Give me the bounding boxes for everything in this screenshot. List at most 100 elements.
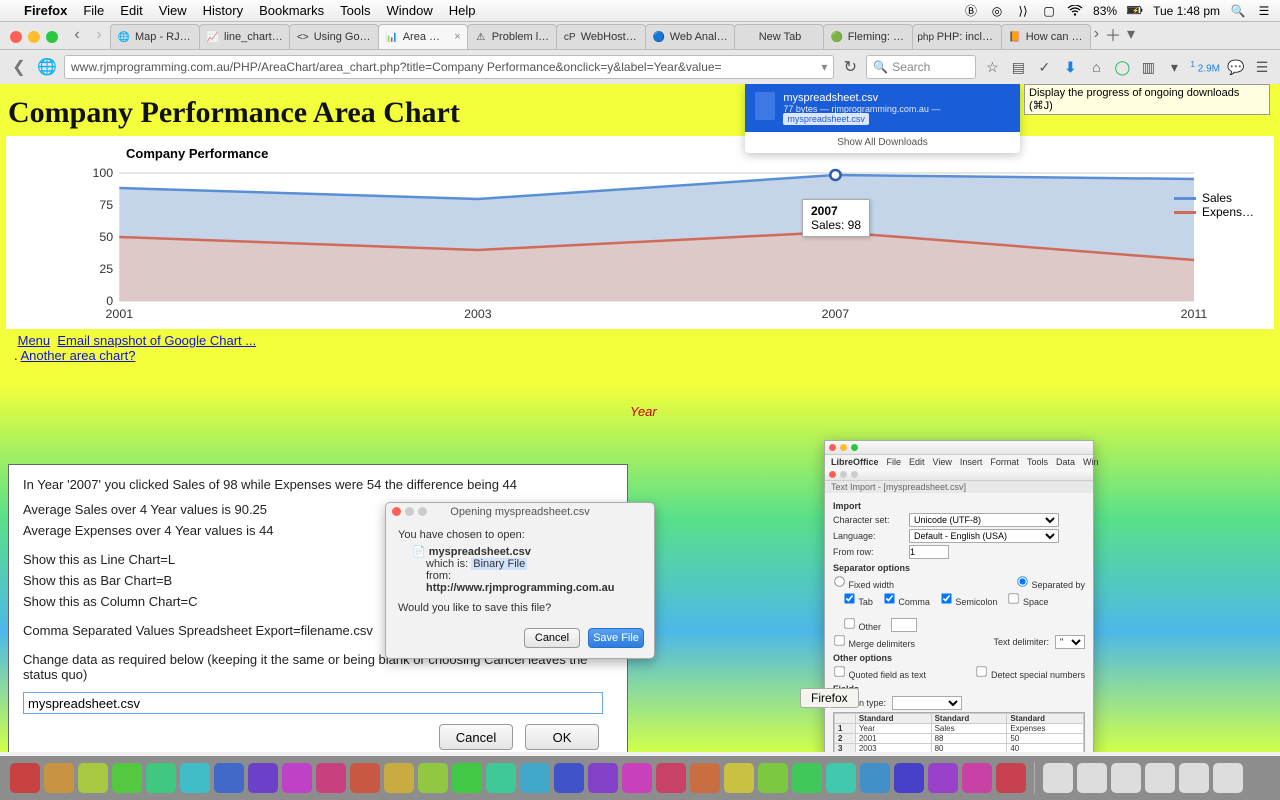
dock-app-icon[interactable] bbox=[588, 763, 618, 793]
notification-icon[interactable]: ☰ bbox=[1256, 3, 1272, 19]
dock-app-icon[interactable] bbox=[554, 763, 584, 793]
detect-check[interactable] bbox=[977, 666, 987, 676]
another-chart-link[interactable]: Another area chart? bbox=[21, 348, 136, 363]
tab-overflow[interactable]: › bbox=[1094, 25, 1099, 43]
dock-app-icon[interactable] bbox=[656, 763, 686, 793]
menu-history[interactable]: History bbox=[203, 3, 243, 18]
dock-app-icon[interactable] bbox=[622, 763, 652, 793]
dock-app-icon[interactable] bbox=[724, 763, 754, 793]
menu-window[interactable]: Window bbox=[387, 3, 433, 18]
separated-by-radio[interactable] bbox=[1017, 576, 1027, 586]
email-snapshot-link[interactable]: Email snapshot of Google Chart ... bbox=[57, 333, 256, 348]
dock-app-icon[interactable] bbox=[962, 763, 992, 793]
bookmark-star-icon[interactable]: ☆ bbox=[982, 57, 1002, 77]
prompt-input[interactable] bbox=[23, 692, 603, 714]
dock-app-icon[interactable] bbox=[486, 763, 516, 793]
dock-app-icon[interactable] bbox=[1077, 763, 1107, 793]
dock-app-icon[interactable] bbox=[792, 763, 822, 793]
browser-tab[interactable]: 📊Area …× bbox=[378, 24, 468, 49]
dock-app-icon[interactable] bbox=[214, 763, 244, 793]
dock-app-icon[interactable] bbox=[758, 763, 788, 793]
dock-app-icon[interactable] bbox=[1179, 763, 1209, 793]
browser-tab[interactable]: 🔵Web Anal… bbox=[645, 24, 735, 49]
menu-edit[interactable]: Edit bbox=[120, 3, 142, 18]
nav-back[interactable]: ‹ bbox=[66, 24, 88, 46]
minimize-icon[interactable] bbox=[840, 444, 847, 451]
dock-app-icon[interactable] bbox=[146, 763, 176, 793]
status-icon-3[interactable]: ⟩⟩ bbox=[1015, 3, 1031, 19]
dock-app-icon[interactable] bbox=[1043, 763, 1073, 793]
area-chart[interactable]: 1007550250 2001200320072011 Sales Expens… bbox=[16, 163, 1256, 323]
share-icon[interactable]: ✓ bbox=[1034, 57, 1054, 77]
addon-icon-1[interactable]: ◯ bbox=[1112, 57, 1132, 77]
dock-app-icon[interactable] bbox=[180, 763, 210, 793]
dock-app-icon[interactable] bbox=[248, 763, 278, 793]
battery-icon[interactable]: ⚡ bbox=[1127, 3, 1143, 19]
dock-app-icon[interactable] bbox=[112, 763, 142, 793]
dock-app-icon[interactable] bbox=[826, 763, 856, 793]
prompt-cancel-button[interactable]: Cancel bbox=[439, 724, 513, 750]
close-tab-icon[interactable]: × bbox=[454, 31, 460, 43]
browser-tab[interactable]: 🟢Fleming: … bbox=[823, 24, 913, 49]
status-icon-2[interactable]: ◎ bbox=[989, 3, 1005, 19]
menu-link[interactable]: Menu bbox=[18, 333, 51, 348]
dock-app-icon[interactable] bbox=[520, 763, 550, 793]
coltype-select[interactable] bbox=[892, 696, 962, 710]
charset-select[interactable]: Unicode (UTF-8) bbox=[909, 513, 1059, 527]
dock-app-icon[interactable] bbox=[10, 763, 40, 793]
browser-tab[interactable]: phpPHP: incl… bbox=[912, 24, 1002, 49]
new-tab[interactable]: ＋ bbox=[1105, 22, 1121, 46]
dock-app-icon[interactable] bbox=[418, 763, 448, 793]
preview-table[interactable]: StandardStandardStandard1YearSalesExpens… bbox=[833, 712, 1085, 752]
close-icon[interactable] bbox=[829, 444, 836, 451]
browser-tab[interactable]: cPWebHost… bbox=[556, 24, 646, 49]
addon-icon-3[interactable]: ▾ bbox=[1164, 57, 1184, 77]
home-icon[interactable]: ⌂ bbox=[1086, 57, 1106, 77]
downloads-icon[interactable]: ⬇ bbox=[1060, 57, 1080, 77]
dock-app-icon[interactable] bbox=[690, 763, 720, 793]
textdelim-select[interactable]: " bbox=[1055, 635, 1085, 649]
zoom-icon[interactable] bbox=[851, 444, 858, 451]
fixed-width-radio[interactable] bbox=[834, 576, 844, 586]
close-icon[interactable] bbox=[392, 507, 401, 516]
quoted-check[interactable] bbox=[834, 666, 844, 676]
clock[interactable]: Tue 1:48 pm bbox=[1153, 4, 1220, 18]
dock-app-icon[interactable] bbox=[44, 763, 74, 793]
download-item[interactable]: myspreadsheet.csv 77 bytes — rjmprogramm… bbox=[745, 84, 1020, 132]
dock-app-icon[interactable] bbox=[350, 763, 380, 793]
browser-tab[interactable]: 🌐Map - RJ… bbox=[110, 24, 200, 49]
app-name[interactable]: Firefox bbox=[24, 3, 67, 18]
addon-icon-2[interactable]: ▥ bbox=[1138, 57, 1158, 77]
menu-view[interactable]: View bbox=[159, 3, 187, 18]
dock-app-icon[interactable] bbox=[282, 763, 312, 793]
browser-tab[interactable]: New Tab bbox=[734, 24, 824, 49]
dock-app-icon[interactable] bbox=[996, 763, 1026, 793]
tab-menu[interactable]: ▾ bbox=[1127, 24, 1135, 44]
show-all-downloads-link[interactable]: Show All Downloads bbox=[745, 132, 1020, 153]
status-icon-1[interactable]: Ⓑ bbox=[963, 3, 979, 19]
browser-tab[interactable]: <>Using Go… bbox=[289, 24, 379, 49]
other-input[interactable] bbox=[891, 618, 917, 632]
dock-app-icon[interactable] bbox=[860, 763, 890, 793]
dock-app-icon[interactable] bbox=[78, 763, 108, 793]
search-input[interactable]: 🔍 Search bbox=[866, 55, 976, 79]
reload-icon[interactable]: ↻ bbox=[840, 57, 860, 77]
menu-bookmarks[interactable]: Bookmarks bbox=[259, 3, 324, 18]
site-identity-icon[interactable]: 🌐 bbox=[36, 56, 58, 78]
browser-tab[interactable]: 📙How can … bbox=[1001, 24, 1091, 49]
dock-app-icon[interactable] bbox=[384, 763, 414, 793]
menu-tools[interactable]: Tools bbox=[340, 3, 370, 18]
menu-file[interactable]: File bbox=[83, 3, 104, 18]
menu-icon[interactable]: ☰ bbox=[1252, 57, 1272, 77]
language-select[interactable]: Default - English (USA) bbox=[909, 529, 1059, 543]
dock[interactable]: for(let i=0;i<30;i++)document.write('<di… bbox=[0, 756, 1280, 800]
pocket-icon[interactable]: ▤ bbox=[1008, 57, 1028, 77]
comma-check[interactable] bbox=[884, 593, 894, 603]
chat-icon[interactable]: 💬 bbox=[1226, 57, 1246, 77]
wifi-icon[interactable] bbox=[1067, 3, 1083, 19]
spotlight-icon[interactable]: 🔍 bbox=[1230, 3, 1246, 19]
dock-app-icon[interactable] bbox=[1111, 763, 1141, 793]
url-dropdown-icon[interactable]: ▾ bbox=[821, 60, 827, 74]
space-check[interactable] bbox=[1009, 593, 1019, 603]
airplay-icon[interactable]: ▢ bbox=[1041, 3, 1057, 19]
